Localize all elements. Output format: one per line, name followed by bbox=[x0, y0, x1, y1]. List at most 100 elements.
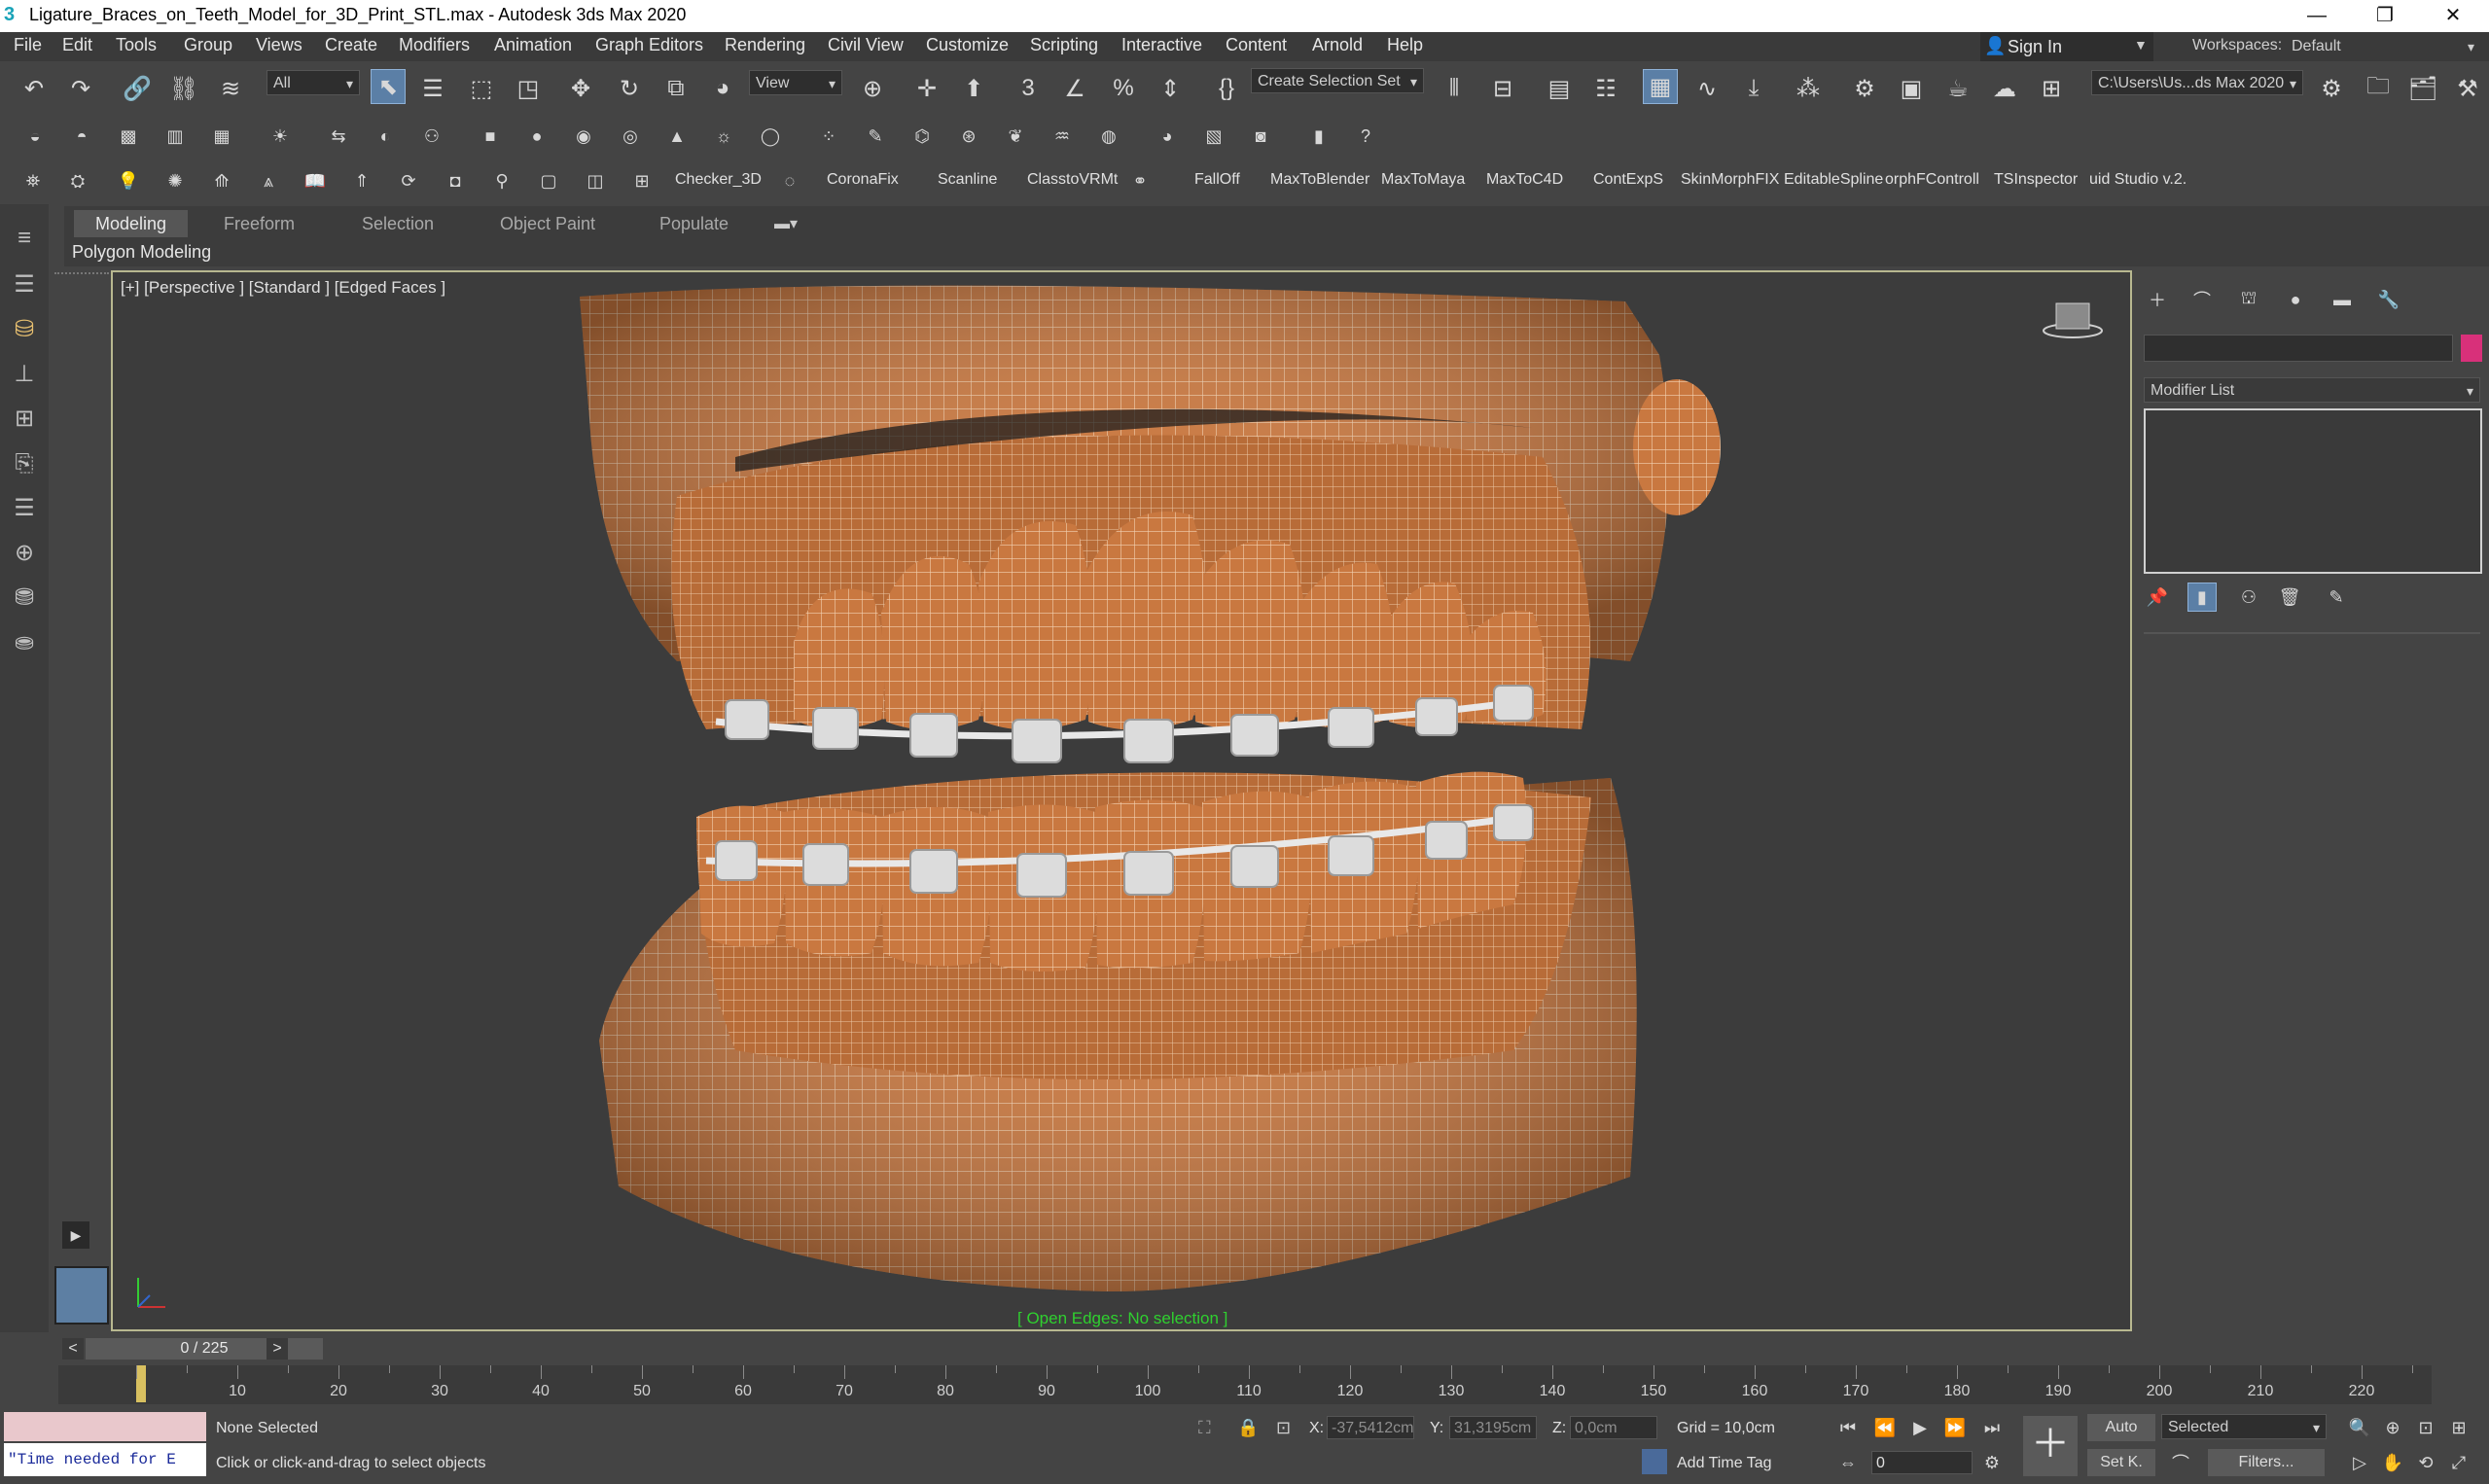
spinner-snap-icon[interactable]: ⇕ bbox=[1154, 72, 1187, 105]
play-icon[interactable]: ▶ bbox=[1906, 1414, 1934, 1441]
set-project-icon[interactable]: 🗂 bbox=[2406, 72, 2439, 105]
sign-in-dropdown[interactable]: 👤 Sign In ▼ bbox=[1980, 32, 2153, 61]
go-to-start-icon[interactable]: ⏮ bbox=[1834, 1414, 1862, 1441]
camera-icon[interactable]: ⛯ bbox=[19, 167, 47, 194]
menu-file[interactable]: File bbox=[14, 35, 42, 55]
perspective-viewport[interactable]: [+] [Perspective ] [Standard ] [Edged Fa… bbox=[111, 270, 2132, 1331]
layer-explorer-icon[interactable]: ▤ bbox=[1543, 72, 1576, 105]
menu-civil-view[interactable]: Civil View bbox=[828, 35, 904, 55]
torus-icon[interactable]: ◎ bbox=[617, 123, 644, 150]
x-coordinate-field[interactable]: -37,5412cm bbox=[1327, 1416, 1414, 1439]
plugin-skinmorphfix[interactable]: SkinMorphFIX bbox=[1681, 171, 1779, 189]
rendered-frame-window-icon[interactable]: ▣ bbox=[1895, 72, 1928, 105]
object-name-field[interactable] bbox=[2144, 335, 2453, 362]
sphere-icon[interactable]: ● bbox=[523, 123, 551, 150]
light-lister-icon[interactable]: ☀ bbox=[267, 123, 294, 150]
display-icon[interactable]: ◘ bbox=[442, 167, 469, 194]
scene-explorer-icon[interactable]: ▦ bbox=[1643, 69, 1678, 104]
rotate-icon[interactable]: ↻ bbox=[613, 72, 646, 105]
make-unique-icon[interactable]: ⚇ bbox=[2235, 583, 2262, 611]
menu-customize[interactable]: Customize bbox=[926, 35, 1009, 55]
pan-icon[interactable]: ✋ bbox=[2379, 1449, 2406, 1476]
align-icon[interactable]: ⊟ bbox=[1486, 72, 1519, 105]
plugin-editablespline[interactable]: EditableSpline bbox=[1784, 171, 1883, 189]
zoom-icon[interactable]: 🔍 bbox=[2346, 1414, 2373, 1441]
project-folder-dropdown[interactable]: C:\Users\Us...ds Max 2020 bbox=[2091, 70, 2303, 96]
remove-modifier-icon[interactable]: 🗑 bbox=[2276, 583, 2303, 611]
script-icon[interactable]: ▮ bbox=[1305, 123, 1333, 150]
manage-project-icon[interactable]: ⚒ bbox=[2451, 72, 2484, 105]
plugin-maxtomaya[interactable]: MaxToMaya bbox=[1381, 171, 1465, 189]
frame-icon[interactable]: ▢ bbox=[535, 167, 562, 194]
close-button[interactable]: ✕ bbox=[2419, 0, 2487, 32]
maxscript-output[interactable]: "Time needed for E bbox=[4, 1443, 206, 1476]
light-bulb-icon[interactable]: 💡 bbox=[115, 167, 142, 194]
ribbon-panel-title[interactable]: Polygon Modeling bbox=[72, 242, 211, 263]
menu-help[interactable]: Help bbox=[1387, 35, 1423, 55]
menu-animation[interactable]: Animation bbox=[494, 35, 572, 55]
pivot-center-icon[interactable]: ⊕ bbox=[856, 72, 889, 105]
schematic-view-icon[interactable]: ⤓ bbox=[1737, 72, 1770, 105]
selection-filter-dropdown[interactable]: All bbox=[267, 70, 360, 96]
motion-tab-icon[interactable]: ● bbox=[2282, 286, 2309, 313]
scale-icon[interactable]: ⧉ bbox=[659, 72, 693, 105]
corona-icon[interactable]: ◌ bbox=[776, 167, 803, 194]
zoom-extents-icon[interactable]: ⊡ bbox=[2412, 1414, 2439, 1441]
key-mode-icon[interactable]: ⇔ bbox=[1834, 1449, 1862, 1476]
arrow-up-icon[interactable]: ⇑ bbox=[348, 167, 375, 194]
modifier-list-dropdown[interactable]: Modifier List bbox=[2144, 377, 2480, 404]
hair-icon[interactable]: ♒ bbox=[1049, 123, 1076, 150]
folder-icon[interactable]: 🗀 bbox=[2362, 72, 2395, 105]
menu-graph-editors[interactable]: Graph Editors bbox=[595, 35, 703, 55]
selection-lock-icon[interactable]: 🔒 bbox=[1237, 1418, 1259, 1438]
tab-modeling[interactable]: Modeling bbox=[74, 210, 189, 237]
set-key-icon[interactable]: ＋ bbox=[2023, 1416, 2078, 1476]
container-icon[interactable]: ▦ bbox=[208, 123, 235, 150]
display-tab-icon[interactable]: ▬ bbox=[2329, 286, 2356, 313]
maximize-viewport-icon[interactable]: ⤢ bbox=[2445, 1449, 2472, 1476]
render-in-cloud-icon[interactable]: ☁ bbox=[1988, 72, 2021, 105]
current-frame-field[interactable]: 0 bbox=[1871, 1451, 1973, 1474]
cone-icon[interactable]: ▲ bbox=[663, 123, 691, 150]
curve-editor-icon[interactable]: ∿ bbox=[1690, 72, 1724, 105]
maximize-button[interactable]: ❐ bbox=[2351, 0, 2419, 32]
set-key-button[interactable]: Set K. bbox=[2087, 1449, 2155, 1476]
previous-frame-icon[interactable]: ⏪ bbox=[1871, 1414, 1899, 1441]
track-bar[interactable]: 10 20 30 40 50 60 70 80 90 100 110 120 130 140 150 160 1… bbox=[58, 1365, 2432, 1404]
keyboard-shortcut-icon[interactable]: ⬆ bbox=[957, 72, 990, 105]
undo-icon[interactable]: ↶ bbox=[18, 72, 51, 105]
utilities-tab-icon[interactable]: 🔧 bbox=[2375, 286, 2402, 313]
percent-snap-icon[interactable]: % bbox=[1107, 72, 1140, 105]
add-layer-icon[interactable]: ⊕ bbox=[8, 537, 41, 570]
bone-icon[interactable]: ⟰ bbox=[208, 167, 235, 194]
mirror-icon[interactable]: ⫴ bbox=[1438, 72, 1471, 105]
create-tab-icon[interactable]: ＋ bbox=[2144, 286, 2171, 313]
a360-gallery-icon[interactable]: ⊞ bbox=[2035, 72, 2068, 105]
tree-icon[interactable]: ❦ bbox=[1002, 123, 1029, 150]
document-icon[interactable]: ⎘ bbox=[8, 447, 41, 480]
field-of-view-icon[interactable]: ▷ bbox=[2346, 1449, 2373, 1476]
stack-down-icon[interactable]: ⛂ bbox=[8, 626, 41, 659]
key-filters-icon[interactable]: ⌒ bbox=[2167, 1449, 2194, 1476]
tab-populate[interactable]: Populate bbox=[638, 210, 750, 237]
book-icon[interactable]: 📖 bbox=[302, 167, 329, 194]
place-icon[interactable]: ◕ bbox=[706, 72, 739, 105]
time-configuration-icon[interactable]: ⚙ bbox=[1978, 1449, 2006, 1476]
zoom-all-icon[interactable]: ⊕ bbox=[2379, 1414, 2406, 1441]
menu-group[interactable]: Group bbox=[184, 35, 232, 55]
named-selection-dropdown[interactable]: Create Selection Set bbox=[1251, 68, 1424, 94]
box-icon[interactable]: ■ bbox=[477, 123, 504, 150]
filter-icon[interactable]: ⊞ bbox=[8, 403, 41, 436]
ik-icon[interactable]: ⩓ bbox=[255, 167, 282, 194]
material-editor-icon[interactable]: ⁂ bbox=[1792, 72, 1825, 105]
absolute-mode-icon[interactable]: ⊡ bbox=[1276, 1418, 1291, 1438]
plugin-contexps[interactable]: ContExpS bbox=[1593, 171, 1663, 189]
ribbon-options-icon[interactable]: ▬▾ bbox=[774, 214, 798, 233]
zoom-extents-all-icon[interactable]: ⊞ bbox=[2445, 1414, 2472, 1441]
falloff-icon[interactable]: ⚭ bbox=[1126, 167, 1154, 194]
window-crossing-icon[interactable]: ◳ bbox=[512, 72, 545, 105]
menu-content[interactable]: Content bbox=[1226, 35, 1287, 55]
cloth-icon[interactable]: ◍ bbox=[1095, 123, 1122, 150]
stack-up-icon[interactable]: ⛃ bbox=[8, 582, 41, 615]
plugin-classtovrmt[interactable]: ClasstoVRMt bbox=[1027, 171, 1118, 189]
